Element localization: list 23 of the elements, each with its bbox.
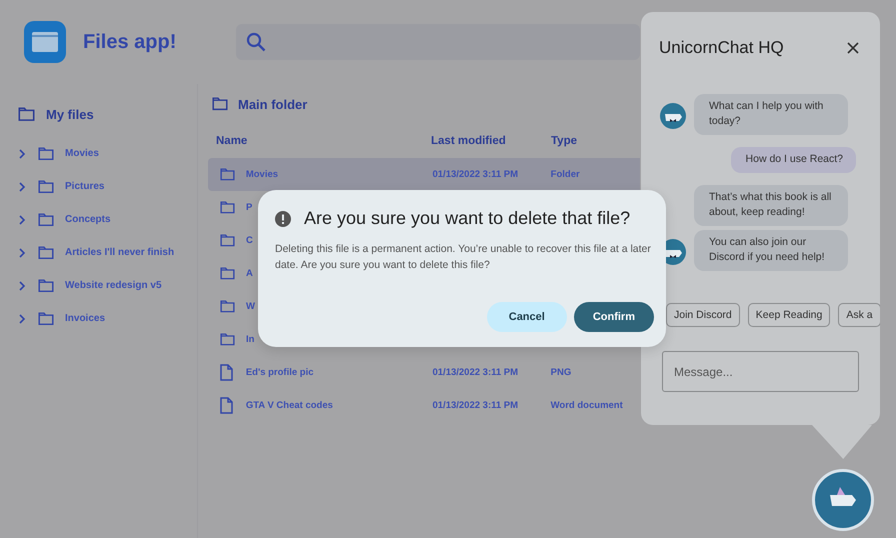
type-cell-text: Word document xyxy=(550,400,624,411)
bot-message: That’s what this book is all about, keep reading! xyxy=(694,185,848,226)
dialog-message: Deleting this file is a permanent action. You’re unable to recover this file at a later date. Are you sure you want to delete this file? xyxy=(275,242,652,273)
date-cell-text: 01/13/2022 3:11 PM xyxy=(432,400,520,411)
name-cell-text: GTA V Cheat codes xyxy=(246,400,334,411)
name-cell-text: W xyxy=(246,301,256,312)
date-cell-text: 01/13/2022 3:11 PM xyxy=(432,169,520,180)
date-cell-text: 01/13/2022 3:11 PM xyxy=(432,367,520,378)
name-cell-text: P xyxy=(246,202,254,213)
name-cell-text: A xyxy=(246,268,254,279)
type-cell-text: PNG xyxy=(550,367,572,378)
name-cell-text: Ed's profile pic xyxy=(246,367,315,378)
user-message: How do I use React? xyxy=(730,147,856,173)
bot-message: You can also join our Discord if you need help! xyxy=(694,230,848,271)
name-cell-text: C xyxy=(246,235,254,246)
folder-title: Main folder xyxy=(238,96,308,112)
bot-message: What can I help you with today? xyxy=(694,94,848,135)
dialog-title: Are you sure you want to delete that file? xyxy=(304,208,630,229)
app-title: Files app! xyxy=(83,30,178,54)
name-cell-text: Movies xyxy=(246,169,280,180)
chat-title: UnicornChat HQ xyxy=(659,38,784,58)
name-cell-text: In xyxy=(246,334,256,345)
type-cell-text: Folder xyxy=(550,169,581,180)
